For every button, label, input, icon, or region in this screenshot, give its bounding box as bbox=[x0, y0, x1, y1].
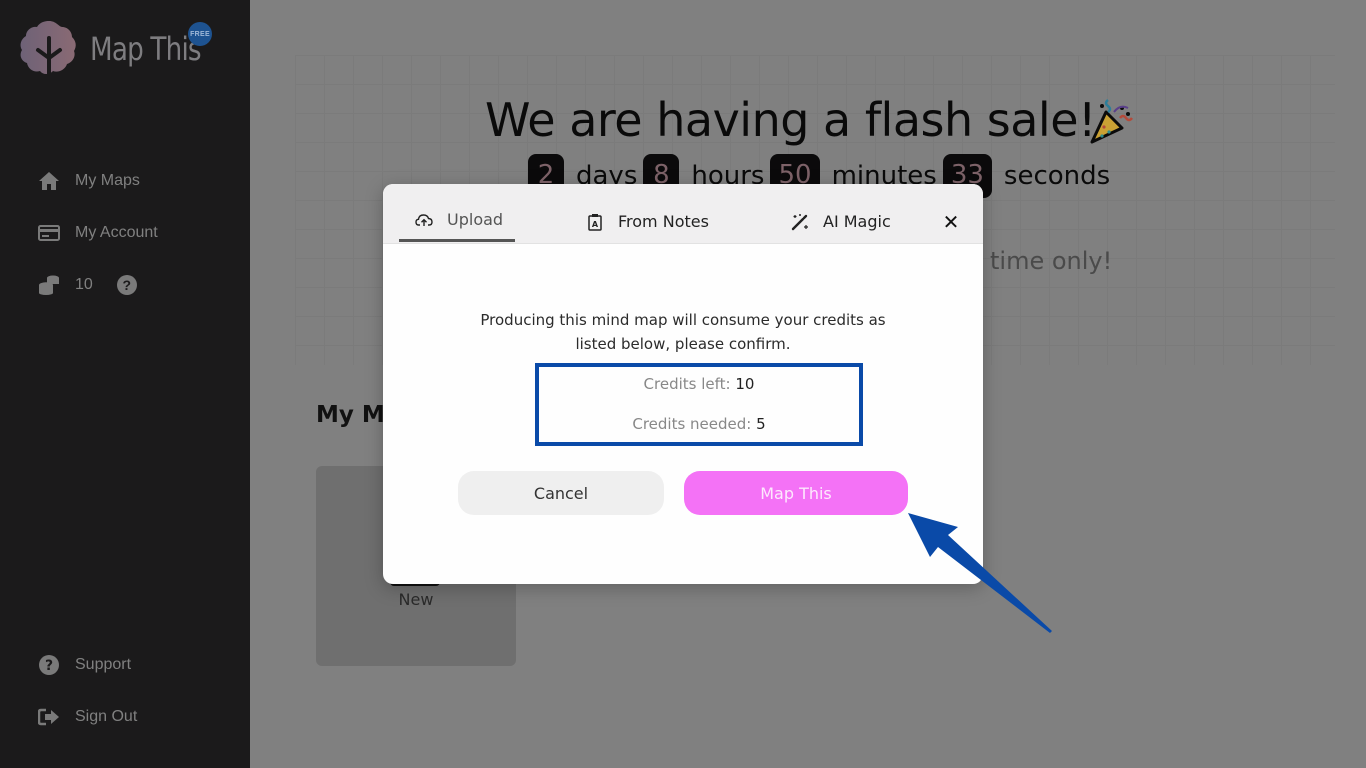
flash-sale-title: We are having a flash sale! bbox=[485, 93, 1096, 147]
svg-text:?: ? bbox=[45, 658, 53, 674]
app-name: Map This bbox=[90, 30, 202, 68]
sidebar-item-support[interactable]: ? Support bbox=[38, 654, 131, 676]
credits-left-value: 10 bbox=[735, 375, 755, 393]
tab-ai-magic[interactable]: AI Magic bbox=[791, 212, 891, 231]
cloud-upload-icon bbox=[415, 211, 433, 229]
sidebar-item-label: My Maps bbox=[75, 172, 140, 189]
tab-upload[interactable]: Upload bbox=[415, 210, 503, 229]
tab-label: From Notes bbox=[618, 212, 709, 231]
section-title: My Mi bbox=[316, 402, 393, 428]
home-icon bbox=[38, 170, 60, 192]
credits-needed-row: Credits needed: 5 bbox=[539, 415, 859, 433]
credits-needed-value: 5 bbox=[756, 415, 766, 433]
sidebar: Map This FREE My Maps My Account 10 ? ? … bbox=[0, 0, 250, 768]
countdown-label: seconds bbox=[1003, 161, 1111, 191]
sidebar-item-sign-out[interactable]: Sign Out bbox=[38, 706, 137, 728]
sidebar-item-label: My Account bbox=[75, 224, 158, 241]
active-tab-indicator bbox=[399, 239, 515, 242]
map-this-button[interactable]: Map This bbox=[684, 471, 908, 515]
tab-label: Upload bbox=[447, 210, 504, 229]
sidebar-item-label: Sign Out bbox=[75, 708, 138, 725]
credits-needed-label: Credits needed: bbox=[632, 415, 752, 433]
sidebar-item-label: Support bbox=[75, 656, 132, 673]
credits-left-label: Credits left: bbox=[643, 375, 731, 393]
question-circle-icon[interactable]: ? bbox=[116, 275, 137, 295]
sidebar-credits: 10 ? bbox=[38, 274, 137, 296]
confirm-message: Producing this mind map will consume you… bbox=[480, 311, 886, 353]
tab-label: AI Magic bbox=[823, 212, 891, 231]
party-popper-icon bbox=[1090, 99, 1133, 144]
clipboard-icon: A bbox=[586, 213, 604, 231]
tab-from-notes[interactable]: A From Notes bbox=[586, 212, 709, 231]
dialog-tabs: Upload A From Notes AI Magic ✕ bbox=[383, 184, 983, 244]
cancel-button[interactable]: Cancel bbox=[458, 471, 664, 515]
sign-out-icon bbox=[38, 706, 60, 728]
tree-logo-icon bbox=[20, 21, 76, 76]
new-map-label: New bbox=[398, 590, 434, 609]
credits-left-row: Credits left: 10 bbox=[539, 375, 859, 393]
credits-summary-highlight: Credits left: 10 Credits needed: 5 bbox=[535, 363, 863, 446]
close-icon[interactable]: ✕ bbox=[941, 212, 961, 234]
map-this-dialog: Upload A From Notes AI Magic ✕ Producing… bbox=[383, 184, 983, 584]
magic-wand-icon bbox=[791, 213, 809, 231]
sidebar-item-my-account[interactable]: My Account bbox=[38, 222, 158, 244]
coins-icon bbox=[38, 274, 60, 296]
credits-count: 10 bbox=[75, 276, 93, 293]
free-badge: FREE bbox=[188, 22, 212, 46]
credit-card-icon bbox=[38, 222, 60, 244]
flash-sale-subtitle: time only! bbox=[990, 247, 1113, 275]
question-circle-icon: ? bbox=[38, 654, 60, 676]
sidebar-item-my-maps[interactable]: My Maps bbox=[38, 170, 140, 192]
svg-text:A: A bbox=[592, 220, 599, 229]
